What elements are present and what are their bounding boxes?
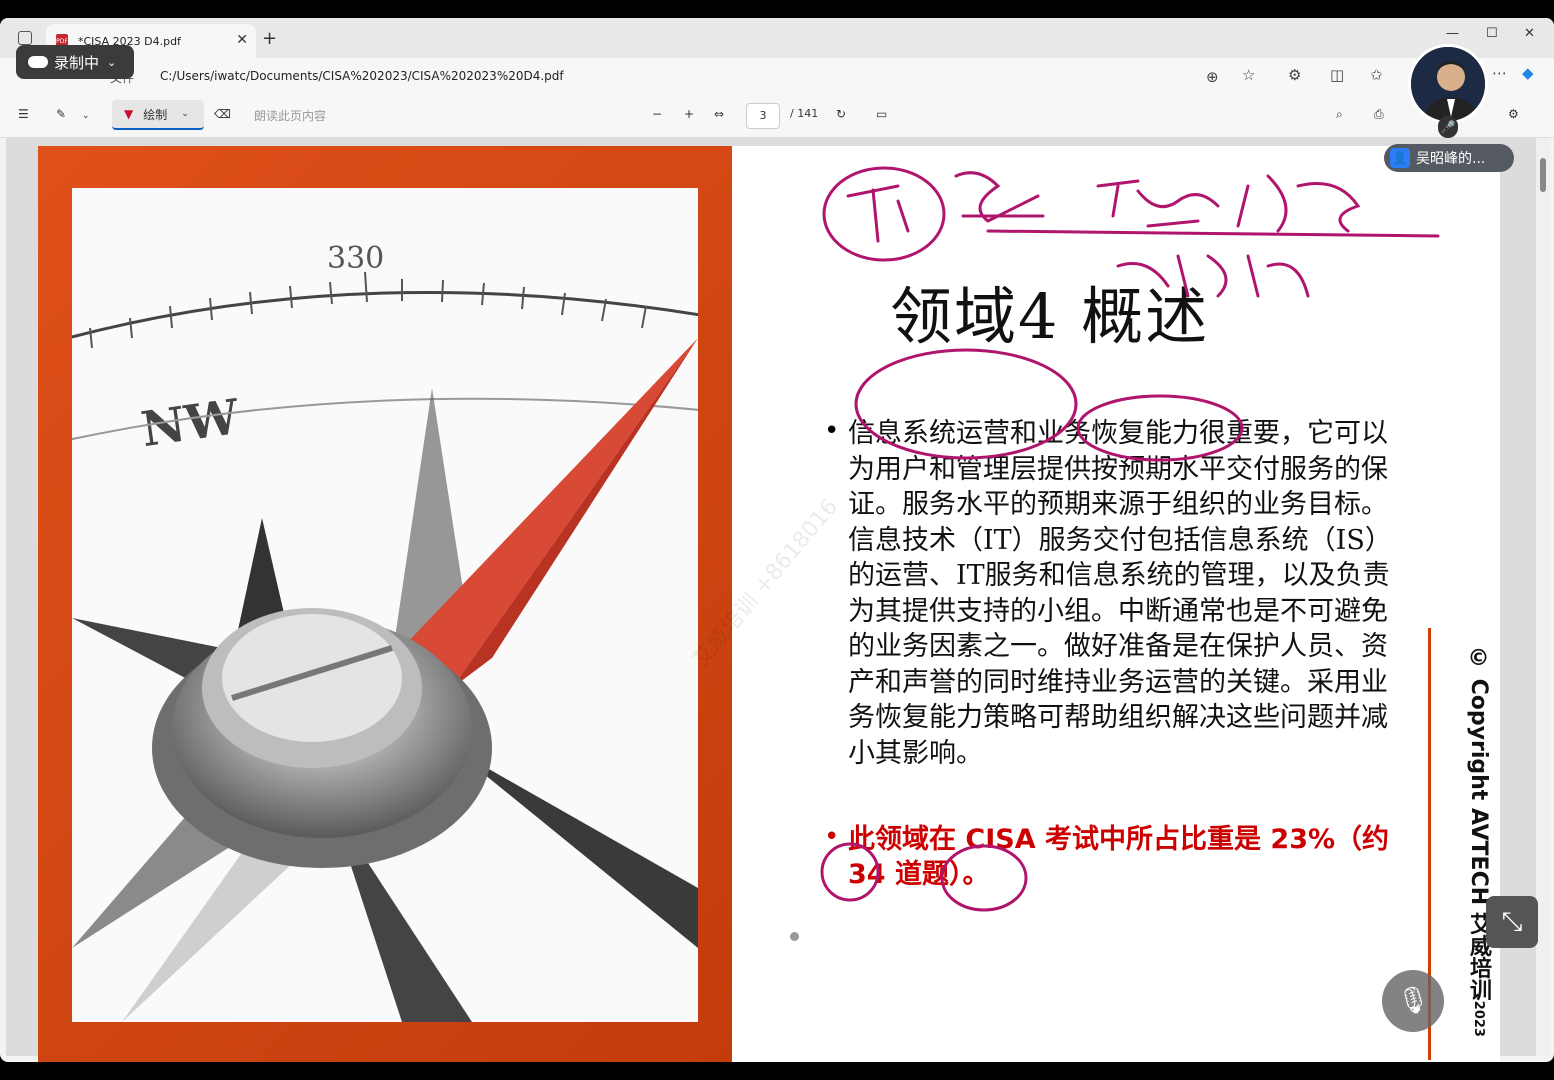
pdf-toolbar: ☰ ✎ ⌄ ▼ 绘制 ⌄ ⌫ 朗读此页内容 − + ⇔ 3 / 141 ↻ ▭ … xyxy=(0,94,1554,138)
compass-photo: 330 NW xyxy=(72,188,698,1022)
page-total: / 141 xyxy=(790,107,819,120)
draw-button[interactable]: ▼ 绘制 ⌄ xyxy=(112,100,204,130)
fit-page-icon[interactable]: ⇔ xyxy=(714,107,724,121)
tab-strip: PDF *CISA 2023 D4.pdf ✕ + — ☐ ✕ xyxy=(0,18,1554,58)
settings-icon[interactable]: ⚙ xyxy=(1508,107,1519,121)
workspaces-icon[interactable] xyxy=(18,31,32,45)
copyright-text: © Copyright AVTECH 艾威培训 xyxy=(1466,646,1491,1001)
search-icon[interactable]: ⌕ xyxy=(1336,107,1343,122)
presenter-label: 👤 吴昭峰的... xyxy=(1384,144,1514,172)
recording-label: 录制中 xyxy=(54,53,100,72)
chevron-down-icon: ⌄ xyxy=(181,109,189,119)
favorites-icon[interactable]: ✩ xyxy=(1370,66,1383,84)
mute-microphone-button[interactable]: 🎙 xyxy=(1382,970,1444,1032)
cloud-icon xyxy=(28,56,48,68)
compass-330-label: 330 xyxy=(327,241,384,276)
draw-label: 绘制 xyxy=(143,107,168,122)
zoom-icon[interactable]: ⊕ xyxy=(1206,68,1219,86)
slide-paragraph: 信息系统运营和业务恢复能力很重要，它可以为用户和管理层提供按预期水平交付服务的保… xyxy=(848,418,1392,769)
split-screen-icon[interactable]: ◫ xyxy=(1330,66,1344,84)
favorite-icon[interactable]: ☆ xyxy=(1242,66,1255,84)
url-text: C:/Users/iwatc/Documents/CISA%202023/CIS… xyxy=(160,69,564,83)
draw-icon: ▼ xyxy=(124,107,134,121)
more-icon[interactable]: ⋯ xyxy=(1492,64,1507,82)
scrollbar-thumb[interactable] xyxy=(1540,158,1546,192)
slide-title: 领域4 概述 xyxy=(890,280,1210,353)
taskbar-strip xyxy=(0,1062,1554,1080)
eraser-icon[interactable]: ⌫ xyxy=(214,107,231,121)
chevron-down-icon[interactable]: ⌄ xyxy=(82,111,90,121)
slide-image-panel: 330 NW xyxy=(38,146,732,1062)
close-tab-icon[interactable]: ✕ xyxy=(236,32,248,48)
expand-button[interactable]: ⤡ xyxy=(1486,896,1538,948)
maximize-button[interactable]: ☐ xyxy=(1486,26,1498,41)
bullet-icon: • xyxy=(824,416,840,446)
minimize-button[interactable]: — xyxy=(1446,26,1459,41)
chevron-down-icon: ⌄ xyxy=(107,55,117,69)
page-view-icon[interactable]: ▭ xyxy=(876,107,887,121)
zoom-out-button[interactable]: − xyxy=(652,107,662,121)
address-bar: 文件 C:/Users/iwatc/Documents/CISA%202023/… xyxy=(0,58,1554,94)
zoom-in-button[interactable]: + xyxy=(684,107,694,121)
rotate-icon[interactable]: ↻ xyxy=(836,107,846,121)
contents-icon[interactable]: ☰ xyxy=(18,107,29,121)
new-tab-button[interactable]: + xyxy=(262,28,277,49)
microphone-icon: 🎤 xyxy=(1438,116,1458,138)
close-window-button[interactable]: ✕ xyxy=(1524,26,1535,41)
read-aloud-button[interactable]: 朗读此页内容 xyxy=(254,107,326,124)
print-icon[interactable]: ⎙ xyxy=(1374,107,1384,122)
slide-exam-weight-note: 此领域在 CISA 考试中所占比重是 23%（约 34 道题）。 xyxy=(848,824,1390,890)
slide-copyright: © Copyright AVTECH 艾威培训2023 xyxy=(1434,646,1494,1046)
vertical-scrollbar[interactable] xyxy=(1536,138,1550,1056)
pdf-page: 330 NW 艾威培训 +8618016 领域4 概述 • 信息系统运营和业务恢… xyxy=(38,146,1500,1062)
compass-illustration: 330 NW xyxy=(72,241,698,1022)
browser-window: PDF *CISA 2023 D4.pdf ✕ + — ☐ ✕ 文件 C:/Us… xyxy=(0,18,1554,1062)
highlight-icon[interactable]: ✎ xyxy=(56,107,66,121)
recording-indicator[interactable]: 录制中 ⌄ xyxy=(16,45,134,79)
presenter-avatar xyxy=(1408,44,1488,124)
copyright-year: 2023 xyxy=(1471,1000,1486,1037)
presenter-name: 吴昭峰的... xyxy=(1416,151,1486,167)
page-number-input[interactable]: 3 xyxy=(746,103,780,129)
url-field[interactable]: C:/Users/iwatc/Documents/CISA%202023/CIS… xyxy=(160,63,1260,89)
extensions-icon[interactable]: ⚙ xyxy=(1288,66,1301,84)
pdf-viewer[interactable]: 330 NW 艾威培训 +8618016 领域4 概述 • 信息系统运营和业务恢… xyxy=(6,138,1536,1062)
copilot-icon[interactable]: ◆ xyxy=(1522,64,1534,82)
slide-dot xyxy=(790,932,799,941)
bullet-icon: • xyxy=(824,822,840,852)
person-icon: 👤 xyxy=(1390,148,1410,168)
